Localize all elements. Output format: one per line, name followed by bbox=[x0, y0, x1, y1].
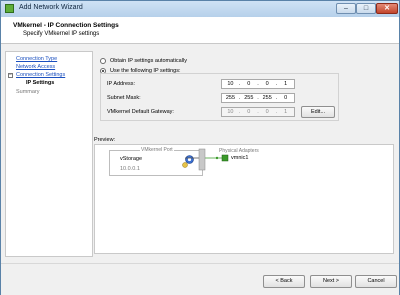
nav-network-access[interactable]: Network Access bbox=[16, 64, 55, 70]
physical-adapters-label: Physical Adapters bbox=[219, 148, 259, 154]
gateway-octet-2: 0 bbox=[247, 109, 251, 115]
preview-label: Preview: bbox=[94, 137, 116, 143]
gateway-octet-4: 1 bbox=[284, 109, 288, 115]
edit-gateway-button[interactable]: Edit... bbox=[301, 106, 335, 118]
obtain-auto-radio[interactable] bbox=[100, 58, 106, 64]
gateway-field: 10. 0. 0. 1 bbox=[221, 107, 295, 117]
preview-area: VMkernel Port vStorage 10.0.0.1 Physical bbox=[94, 144, 394, 254]
nav-ip-settings: IP Settings bbox=[26, 80, 55, 86]
ip-address-field[interactable]: 10. 0. 0. 1 bbox=[221, 79, 295, 89]
vswitch-bar-icon bbox=[198, 148, 206, 171]
ip-octet-1: 10 bbox=[227, 81, 234, 87]
subnet-mask-label: Subnet Mask: bbox=[107, 95, 141, 101]
next-button[interactable]: Next > bbox=[310, 275, 352, 288]
window-title: Add Network Wizard bbox=[19, 4, 83, 11]
page-subtitle: Specify VMkernel IP settings bbox=[23, 31, 100, 37]
ip-octet-4: 1 bbox=[284, 81, 288, 87]
nav-connection-settings[interactable]: Connection Settings bbox=[16, 72, 65, 78]
close-button[interactable]: ✕ bbox=[376, 3, 398, 14]
nav-summary: Summary bbox=[16, 89, 40, 95]
subnet-octet-1: 255 bbox=[225, 95, 236, 101]
obtain-auto-label: Obtain IP settings automatically bbox=[110, 58, 187, 64]
nic-name: vmnic1 bbox=[231, 155, 249, 161]
ip-settings-panel: Obtain IP settings automatically Use the… bbox=[94, 51, 396, 257]
wizard-app-icon bbox=[5, 4, 14, 13]
gateway-octet-3: 0 bbox=[265, 109, 269, 115]
cancel-button[interactable]: Cancel bbox=[355, 275, 397, 288]
back-button[interactable]: < Back bbox=[263, 275, 305, 288]
wizard-footer: < Back Next > Cancel bbox=[1, 263, 399, 295]
nic-icon bbox=[221, 154, 229, 162]
ip-address-label: IP Address: bbox=[107, 81, 136, 87]
wizard-steps-pane: Connection Type Network Access − Connect… bbox=[5, 51, 93, 257]
subnet-octet-4: 0 bbox=[284, 95, 288, 101]
minimize-button[interactable]: – bbox=[336, 3, 356, 14]
page-title: VMkernel - IP Connection Settings bbox=[13, 22, 119, 29]
collapse-expander-icon[interactable]: − bbox=[8, 73, 13, 78]
nav-connection-type[interactable]: Connection Type bbox=[16, 56, 57, 62]
subnet-mask-field[interactable]: 255. 255. 255. 0 bbox=[221, 93, 295, 103]
title-bar[interactable]: Add Network Wizard – □ ✕ bbox=[1, 1, 399, 17]
gateway-label: VMkernel Default Gateway: bbox=[107, 109, 174, 115]
wizard-header: VMkernel - IP Connection Settings Specif… bbox=[1, 17, 399, 44]
wizard-window: Add Network Wizard – □ ✕ VMkernel - IP C… bbox=[0, 0, 400, 295]
ip-octet-3: 0 bbox=[265, 81, 269, 87]
subnet-octet-2: 255 bbox=[244, 95, 254, 101]
maximize-button[interactable]: □ bbox=[356, 3, 376, 14]
ip-octet-2: 0 bbox=[247, 81, 251, 87]
ip-settings-group: IP Address: 10. 0. 0. 1 Subnet Mask: 255… bbox=[100, 73, 339, 121]
subnet-octet-3: 255 bbox=[262, 95, 272, 101]
gateway-octet-1: 10 bbox=[227, 109, 234, 115]
